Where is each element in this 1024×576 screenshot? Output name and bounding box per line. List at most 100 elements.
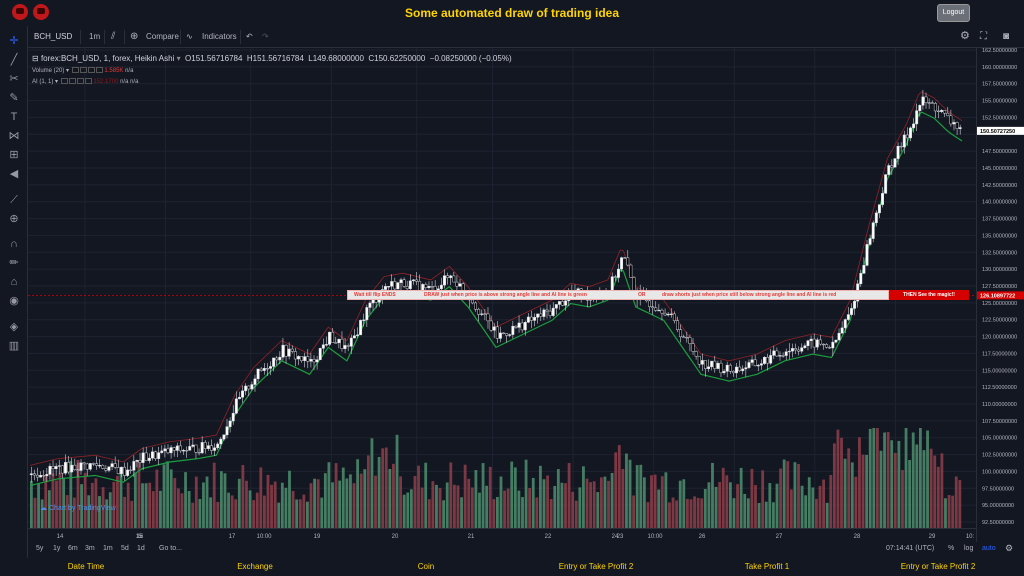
volume-bar [825, 502, 829, 528]
indicators-icon[interactable]: ∿ [186, 26, 193, 47]
volume-bar [496, 496, 499, 528]
candle-body [79, 462, 83, 471]
candle-body [269, 366, 272, 369]
chart-toolbar: BCH_USD 1m ⫽ ⊕ Compare ∿ Indicators ↶ ↷ … [28, 26, 1024, 48]
candle-body [132, 461, 136, 471]
candle-body [278, 356, 282, 361]
auto-toggle[interactable]: auto [982, 545, 996, 552]
range-1d[interactable]: 1d [137, 545, 145, 552]
candle-body [787, 350, 791, 353]
back-arrow-icon[interactable]: ◀ [7, 167, 21, 181]
volume-bar [768, 483, 772, 528]
volume-bar [521, 497, 524, 528]
goto-button[interactable]: Go to... [159, 545, 182, 552]
volume-bar [789, 489, 793, 528]
trash-icon[interactable]: ▥ [7, 339, 21, 353]
lock-icon[interactable]: ⌂ [7, 275, 21, 289]
candle-body [166, 448, 170, 454]
log-toggle[interactable]: log [964, 545, 973, 552]
volume-bar [252, 500, 256, 528]
volume-bar [535, 497, 539, 528]
logout-button[interactable]: Logout [937, 4, 970, 22]
volume-bar [173, 478, 177, 528]
volume-bar [230, 495, 234, 528]
volume-bar [936, 466, 940, 528]
range-5y[interactable]: 5y [36, 545, 43, 552]
range-1y[interactable]: 1y [53, 545, 60, 552]
annotation-part-1: Wait till flip ENDS [354, 292, 396, 298]
candle-body [958, 127, 962, 129]
text-tool-icon[interactable]: T [7, 110, 21, 124]
volume-bar [309, 483, 313, 528]
strategy-annotation[interactable]: Wait till flip ENDS DRAW just when price… [347, 290, 889, 300]
main-legend: ⊟ forex:BCH_USD, 1, forex, Heikin Ashi ▾… [32, 54, 512, 63]
chart-style-icon[interactable]: ⫽ [111, 26, 115, 47]
volume-value: 1.585K [104, 68, 124, 74]
scale-settings-gear-icon[interactable]: ⚙ [1005, 543, 1013, 554]
candle-body [809, 338, 813, 341]
volume-bar [718, 482, 722, 528]
compare-icon[interactable]: ⊕ [130, 26, 138, 47]
magic-label[interactable]: THEN See the magic!! [889, 290, 969, 300]
crosshair-icon[interactable]: ✛ [7, 34, 21, 48]
fullscreen-icon[interactable]: ⛶ [980, 26, 987, 47]
interval-selector[interactable]: 1m [89, 26, 100, 47]
volume-bar [467, 478, 471, 528]
volume-bar [843, 458, 847, 528]
settings-gear-icon[interactable]: ⚙ [960, 26, 970, 47]
volume-label[interactable]: Volume (20) [32, 68, 64, 74]
candle-body [169, 447, 173, 454]
fib-tool-icon[interactable]: ✂ [7, 72, 21, 86]
redo-icon[interactable]: ↷ [262, 26, 269, 47]
candle-body [492, 326, 496, 331]
tradingview-watermark[interactable]: ☁ Chart by TradingView [40, 504, 116, 512]
legend-close: C150.62250000 [368, 54, 426, 63]
percent-toggle[interactable]: % [948, 545, 954, 552]
utc-clock[interactable]: 07:14:41 (UTC) [886, 545, 934, 552]
candle-body [95, 463, 98, 466]
snapshot-camera-icon[interactable]: ◙ [1003, 26, 1009, 47]
pattern-tool-icon[interactable]: ⋈ [7, 129, 21, 143]
legend-series[interactable]: forex:BCH_USD, 1, forex, Heikin Ashi [41, 54, 174, 63]
brush-icon[interactable]: ✎ [7, 91, 21, 105]
volume-bar [216, 501, 220, 528]
volume-bar [331, 482, 334, 528]
candle-body [850, 308, 853, 315]
volume-bar [847, 448, 851, 528]
candle-body [259, 368, 263, 371]
lock-drawings-icon[interactable]: ✏ [7, 256, 21, 270]
candle-body [536, 313, 540, 318]
chart-canvas[interactable] [28, 48, 976, 528]
volume-bar [940, 453, 944, 528]
volume-bar [155, 469, 159, 528]
eye-icon[interactable]: ◉ [7, 294, 21, 308]
magnet-icon[interactable]: ∩ [7, 237, 21, 251]
prediction-tool-icon[interactable]: ⊞ [7, 148, 21, 162]
range-1m[interactable]: 1m [103, 545, 113, 552]
price-chart[interactable] [28, 48, 976, 528]
ai-label[interactable]: AI (1, 1) [32, 79, 53, 85]
candle-body [185, 450, 189, 452]
ruler-icon[interactable]: ⟋ [7, 193, 21, 207]
trend-line-icon[interactable]: ╱ [7, 53, 21, 67]
volume-bar [732, 498, 736, 528]
volume-bar [589, 482, 592, 528]
range-5d[interactable]: 5d [121, 545, 129, 552]
legend-collapse-icon[interactable]: ⊟ [32, 54, 39, 63]
compare-button[interactable]: Compare [146, 26, 179, 47]
volume-bar [202, 482, 205, 528]
time-axis[interactable]: 14 15 16 17 10:00 19 20 21 22 23 24 10:00 26 27 28 29 10… [28, 528, 976, 542]
range-6m[interactable]: 6m [68, 545, 78, 552]
zoom-in-icon[interactable]: ⊕ [7, 212, 21, 226]
volume-bar [582, 466, 585, 528]
layers-icon[interactable]: ◈ [7, 320, 21, 334]
price-axis[interactable]: 162.50000000 160.00000000 157.50000000 155.… [976, 48, 1024, 542]
symbol-search[interactable]: BCH_USD [34, 26, 72, 47]
range-3m[interactable]: 3m [85, 545, 95, 552]
undo-icon[interactable]: ↶ [246, 26, 253, 47]
volume-bar [510, 461, 514, 528]
price-tick-label: 120.00000000 [982, 335, 1017, 341]
indicators-button[interactable]: Indicators [202, 26, 237, 47]
volume-bar [338, 480, 342, 528]
candle-body [663, 312, 667, 316]
